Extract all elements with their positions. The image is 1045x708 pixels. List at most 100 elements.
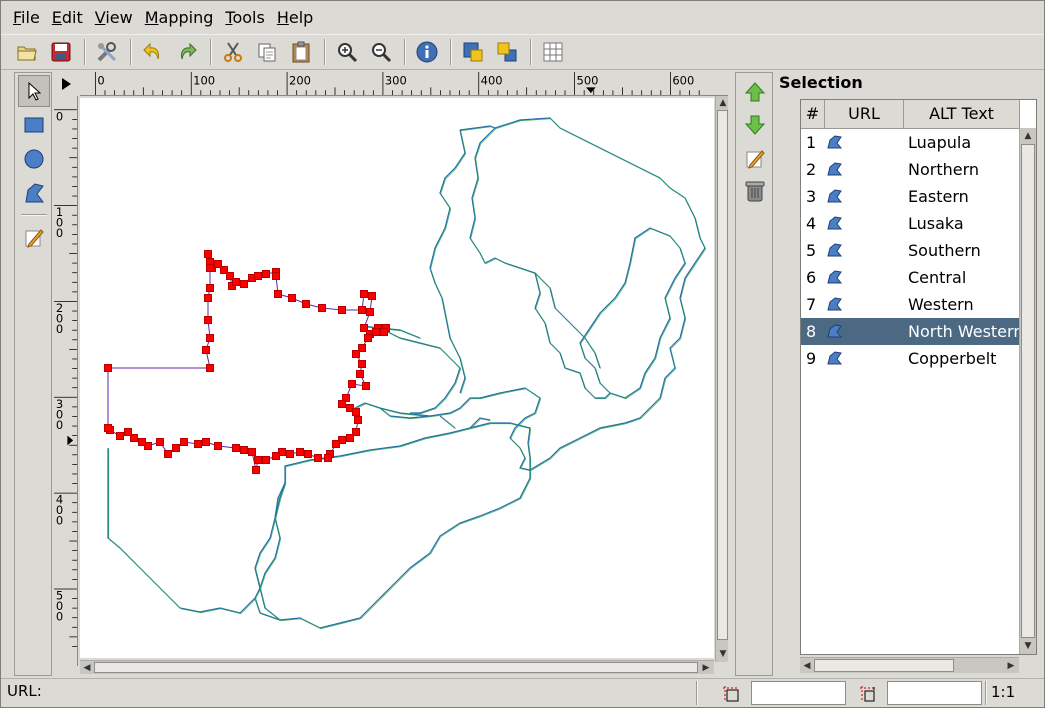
polygon-handle[interactable] xyxy=(138,438,146,446)
selection-horizontal-scrollbar[interactable]: ◀ ▶ xyxy=(800,657,1019,673)
polygon-handle[interactable] xyxy=(296,448,304,456)
table-row[interactable]: 4 Lusaka xyxy=(801,210,1020,237)
preferences-button[interactable] xyxy=(91,36,123,68)
polygon-handle[interactable] xyxy=(202,346,210,354)
polygon-handle[interactable] xyxy=(352,350,360,358)
table-row[interactable]: 7 Western xyxy=(801,291,1020,318)
polygon-handle[interactable] xyxy=(380,328,388,336)
polygon-handle[interactable] xyxy=(232,444,240,452)
polygon-handle[interactable] xyxy=(206,284,214,292)
polygon-handle[interactable] xyxy=(156,438,164,446)
polygon-handle[interactable] xyxy=(356,370,364,378)
polygon-handle[interactable] xyxy=(202,438,210,446)
paste-button[interactable] xyxy=(285,36,317,68)
polygon-handle[interactable] xyxy=(214,442,222,450)
polygon-handle[interactable] xyxy=(346,434,354,442)
polygon-handle[interactable] xyxy=(352,408,360,416)
polygon-handle[interactable] xyxy=(172,444,180,452)
polygon-handle[interactable] xyxy=(372,328,380,336)
polygon-handle[interactable] xyxy=(338,306,346,314)
polygon-handle[interactable] xyxy=(324,454,332,462)
polygon-handle[interactable] xyxy=(240,446,248,454)
polygon-handle[interactable] xyxy=(180,438,188,446)
polygon-handle[interactable] xyxy=(252,466,260,474)
polygon-handle[interactable] xyxy=(358,306,366,314)
canvas-horizontal-scrollbar[interactable]: ◀ ▶ xyxy=(80,660,714,674)
polygon-handle[interactable] xyxy=(240,280,248,288)
menu-view[interactable]: View xyxy=(89,4,139,32)
canvas-vertical-scrollbar[interactable]: ▲ ▼ xyxy=(715,96,728,662)
polygon-handle[interactable] xyxy=(194,440,202,448)
polygon-handle[interactable] xyxy=(362,382,370,390)
open-button[interactable] xyxy=(11,36,43,68)
redo-button[interactable] xyxy=(171,36,203,68)
selected-region[interactable] xyxy=(104,250,390,474)
polygon-handle[interactable] xyxy=(272,272,280,280)
table-row[interactable]: 2 Northern xyxy=(801,156,1020,183)
polygon-handle[interactable] xyxy=(232,278,240,286)
polygon-handle[interactable] xyxy=(360,290,368,298)
send-to-back-button[interactable] xyxy=(491,36,523,68)
polygon-handle[interactable] xyxy=(302,300,310,308)
polygon-handle[interactable] xyxy=(354,416,362,424)
menu-file[interactable]: File xyxy=(7,4,46,32)
column-header-url[interactable]: URL xyxy=(825,100,904,129)
grid-button[interactable] xyxy=(537,36,569,68)
zoom-out-button[interactable] xyxy=(365,36,397,68)
menu-tools[interactable]: Tools xyxy=(219,4,270,32)
polygon-handle[interactable] xyxy=(164,450,172,458)
rectangle-tool[interactable] xyxy=(18,109,50,141)
polygon-handle[interactable] xyxy=(262,456,270,464)
polygon-handle[interactable] xyxy=(318,304,326,312)
menu-edit[interactable]: Edit xyxy=(46,4,89,32)
zoom-in-button[interactable] xyxy=(331,36,363,68)
delete-area-button[interactable] xyxy=(739,176,771,206)
polygon-handle[interactable] xyxy=(104,424,112,432)
move-up-button[interactable] xyxy=(739,77,771,107)
polygon-handle[interactable] xyxy=(104,364,112,372)
table-row[interactable]: 5 Southern xyxy=(801,237,1020,264)
circle-tool[interactable] xyxy=(18,143,50,175)
polygon-handle[interactable] xyxy=(304,450,312,458)
polygon-handle[interactable] xyxy=(254,272,262,280)
polygon-handle[interactable] xyxy=(288,294,296,302)
scroll-thumb[interactable] xyxy=(1021,144,1035,638)
polygon-handle[interactable] xyxy=(272,452,280,460)
save-button[interactable] xyxy=(45,36,77,68)
cut-button[interactable] xyxy=(217,36,249,68)
selection-table[interactable]: # URL ALT Text 1 Luapula 2 Northern 3 Eastern… xyxy=(800,99,1037,655)
menu-mapping[interactable]: Mapping xyxy=(139,4,220,32)
arrow-tool[interactable] xyxy=(18,75,50,107)
polygon-handle[interactable] xyxy=(254,456,262,464)
column-header-number[interactable]: # xyxy=(801,100,825,129)
scroll-thumb[interactable] xyxy=(94,662,698,673)
polygon-handle[interactable] xyxy=(364,334,372,342)
polygon-handle[interactable] xyxy=(338,400,346,408)
polygon-handle[interactable] xyxy=(116,432,124,440)
table-row[interactable]: 3 Eastern xyxy=(801,183,1020,210)
polygon-handle[interactable] xyxy=(206,334,214,342)
polygon-handle[interactable] xyxy=(314,454,322,462)
undo-button[interactable] xyxy=(137,36,169,68)
edit-area-button[interactable] xyxy=(739,143,771,173)
polygon-handle[interactable] xyxy=(286,450,294,458)
polygon-handle[interactable] xyxy=(348,380,356,388)
polygon-handle[interactable] xyxy=(332,440,340,448)
polygon-handle[interactable] xyxy=(206,364,214,372)
move-down-button[interactable] xyxy=(739,110,771,140)
polygon-handle[interactable] xyxy=(204,316,212,324)
table-row[interactable]: 9 Copperbelt xyxy=(801,345,1020,372)
move-to-front-button[interactable] xyxy=(457,36,489,68)
polygon-handle[interactable] xyxy=(204,250,212,258)
polygon-handle[interactable] xyxy=(366,308,374,316)
polygon-handle[interactable] xyxy=(206,264,214,272)
polygon-tool[interactable] xyxy=(18,177,50,209)
info-button[interactable] xyxy=(411,36,443,68)
polygon-handle[interactable] xyxy=(248,448,256,456)
polygon-handle[interactable] xyxy=(358,360,366,368)
table-row[interactable]: 6 Central xyxy=(801,264,1020,291)
selection-vertical-scrollbar[interactable]: ▲ ▼ xyxy=(1019,128,1036,654)
scroll-thumb[interactable] xyxy=(717,110,728,640)
polygon-handle[interactable] xyxy=(274,290,282,298)
polygon-handle[interactable] xyxy=(124,428,132,436)
